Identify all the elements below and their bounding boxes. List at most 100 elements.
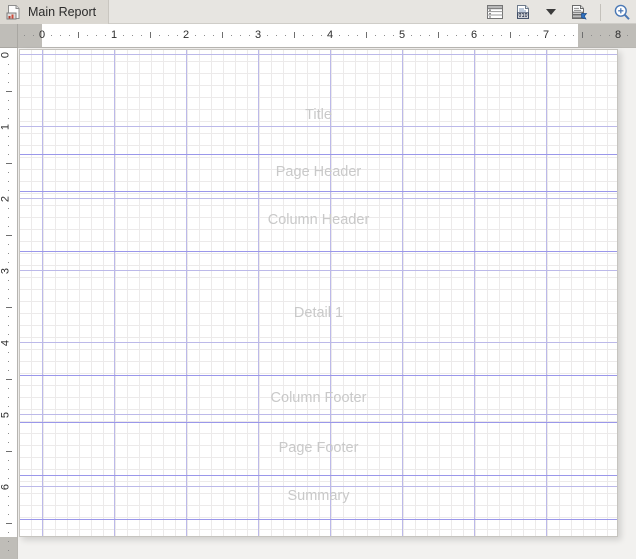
vruler-tick (8, 172, 9, 173)
tab-main-report[interactable]: Main Report (0, 0, 109, 24)
vruler-tick (6, 235, 12, 236)
vruler-tick (8, 118, 9, 119)
field-list-button[interactable] (485, 2, 505, 22)
hruler-tick (555, 35, 556, 36)
vruler-tick (8, 145, 9, 146)
hruler-tick (33, 35, 34, 36)
vruler-tick (8, 406, 9, 407)
hruler-tick (276, 35, 277, 36)
vruler-tick (6, 163, 12, 164)
vruler-tick (8, 208, 9, 209)
hruler-tick (348, 35, 349, 36)
hruler-tick (249, 35, 250, 36)
hruler-label: 8 (615, 30, 621, 41)
hruler-label: 5 (399, 30, 405, 41)
report-document-icon (6, 4, 22, 20)
section-label-page-header: Page Header (20, 164, 617, 180)
report-designer-window: Main Report (0, 0, 636, 559)
vruler-tick (8, 298, 9, 299)
vruler-tick (8, 262, 9, 263)
vruler-tick (8, 460, 9, 461)
section-divider-end[interactable] (20, 519, 617, 520)
hruler-tick (375, 35, 376, 36)
vruler-label: 4 (1, 340, 12, 346)
hruler-tick (573, 35, 574, 36)
vertical-ruler[interactable]: 0123456 (0, 48, 18, 559)
section-label-detail-1: Detail 1 (20, 305, 617, 321)
vruler-tick (6, 91, 12, 92)
svg-text:010: 010 (518, 13, 527, 19)
section-divider-column-footer[interactable] (20, 375, 617, 376)
vruler-tick (8, 388, 9, 389)
vruler-tick (8, 280, 9, 281)
hruler-tick (87, 35, 88, 36)
section-divider-summary[interactable] (20, 475, 617, 476)
vruler-label: 2 (1, 196, 12, 202)
hruler-tick (96, 35, 97, 36)
vruler-tick (8, 505, 9, 506)
vruler-tick (8, 496, 9, 497)
hruler-tick (510, 32, 511, 38)
hruler-tick (105, 35, 106, 36)
section-label-column-footer: Column Footer (20, 390, 617, 406)
hruler-tick (159, 35, 160, 36)
hruler-tick (528, 35, 529, 36)
data-fields-button[interactable]: 010 (513, 2, 533, 22)
vruler-tick (8, 361, 9, 362)
vruler-tick (6, 451, 12, 452)
report-design-canvas[interactable]: Title Page Header Column Header Detail 1 Col… (19, 49, 618, 537)
hruler-tick (447, 35, 448, 36)
hruler-label: 1 (111, 30, 117, 41)
report-properties-button[interactable] (569, 2, 589, 22)
section-divider-page-header[interactable] (20, 154, 617, 155)
hruler-label: 3 (255, 30, 261, 41)
zoom-in-button[interactable] (612, 2, 632, 22)
hruler-tick (78, 32, 79, 38)
hruler-tick (177, 35, 178, 36)
hruler-tick (303, 35, 304, 36)
hruler-label: 6 (471, 30, 477, 41)
hruler-tick (168, 35, 169, 36)
vruler-tick (8, 253, 9, 254)
hruler-tick (294, 32, 295, 38)
hruler-tick (132, 35, 133, 36)
toolbar-separator (600, 4, 601, 21)
hruler-tick (240, 35, 241, 36)
hruler-tick (582, 32, 583, 38)
vruler-tick (8, 226, 9, 227)
hruler-tick (231, 35, 232, 36)
hruler-tick (393, 35, 394, 36)
vruler-tick (8, 334, 9, 335)
vruler-tick (8, 316, 9, 317)
section-divider-detail-1[interactable] (20, 251, 617, 252)
vruler-tick (8, 469, 9, 470)
vruler-label: 5 (1, 412, 12, 418)
vruler-tick (8, 352, 9, 353)
hruler-tick (438, 32, 439, 38)
section-label-column-header: Column Header (20, 212, 617, 228)
hruler-tick (60, 35, 61, 36)
vruler-tick (8, 370, 9, 371)
hruler-tick (123, 35, 124, 36)
hruler-tick (600, 35, 601, 36)
vruler-tick (8, 136, 9, 137)
section-label-title: Title (20, 107, 617, 123)
vruler-tick (8, 100, 9, 101)
hruler-label: 7 (543, 30, 549, 41)
vruler-tick (8, 532, 9, 533)
section-divider-page-footer[interactable] (20, 422, 617, 423)
hruler-tick (591, 35, 592, 36)
ruler-corner (0, 24, 18, 48)
vruler-tick (8, 64, 9, 65)
data-fields-dropdown[interactable] (541, 2, 561, 22)
vruler-tick (6, 523, 12, 524)
vruler-tick (8, 433, 9, 434)
tab-label: Main Report (28, 5, 96, 19)
section-divider-column-header[interactable] (20, 191, 617, 192)
horizontal-ruler[interactable]: 012345678 (18, 24, 636, 48)
hruler-tick (222, 32, 223, 38)
vruler-tick (8, 325, 9, 326)
vruler-tick (8, 442, 9, 443)
hruler-tick (285, 35, 286, 36)
vruler-tick (8, 541, 9, 542)
